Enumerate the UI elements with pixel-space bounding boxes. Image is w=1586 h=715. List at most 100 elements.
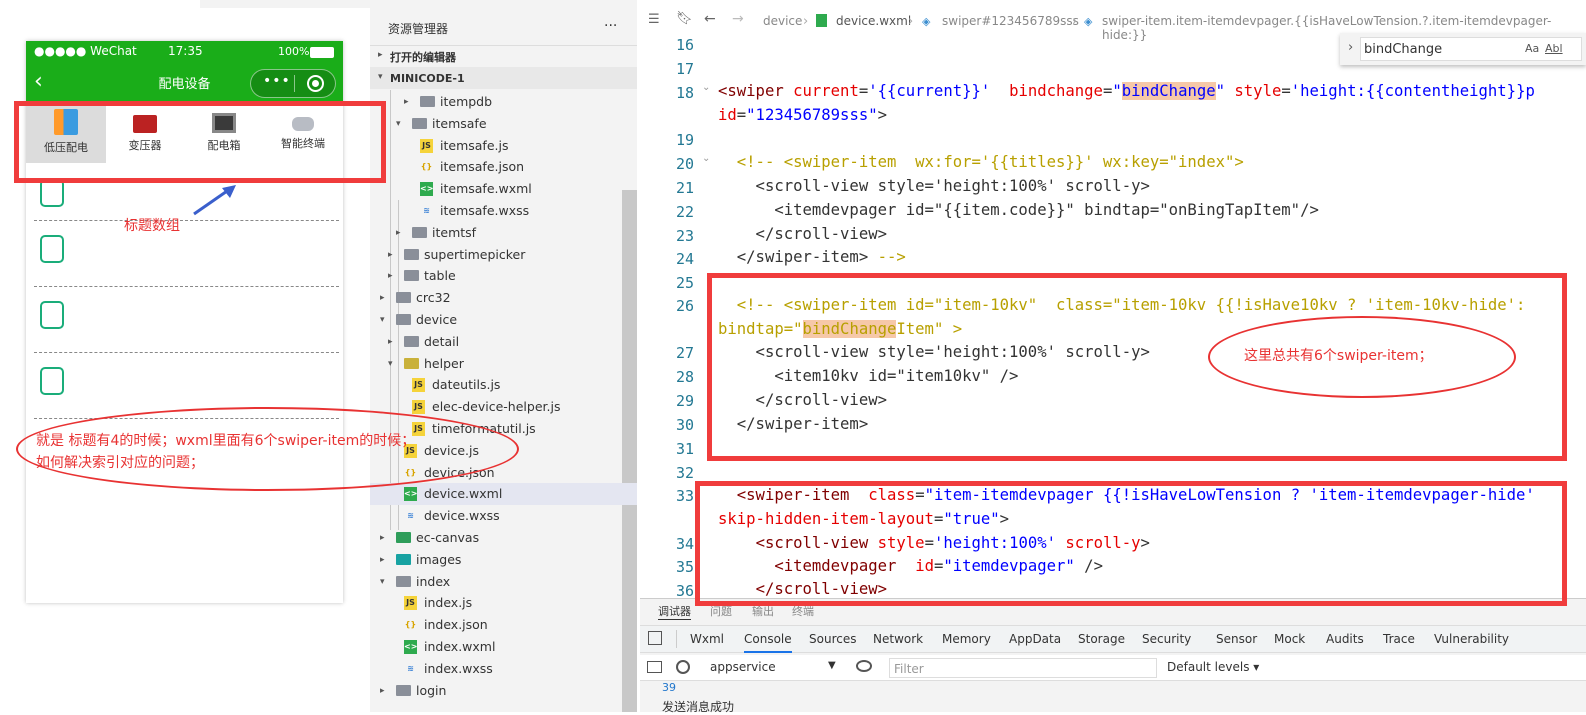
- status-bar: ●●●●● WeChat 17:35 100%: [26, 41, 343, 63]
- back-arrow-icon[interactable]: ←: [704, 11, 716, 27]
- match-case-icon[interactable]: Aa: [1525, 42, 1539, 55]
- context-value: appservice: [710, 660, 776, 674]
- tree-item[interactable]: ▸ ec-canvas: [370, 527, 637, 549]
- devtools-tab-wxml[interactable]: Wxml: [690, 632, 724, 646]
- breadcrumb-file[interactable]: device.wxml: [836, 14, 911, 28]
- breadcrumb-swiper[interactable]: swiper#123456789sss: [942, 14, 1079, 28]
- tree-item-label: index.wxss: [424, 660, 493, 676]
- inspect-icon[interactable]: [648, 631, 662, 645]
- tree-item[interactable]: ≋ device.wxss: [370, 505, 637, 527]
- devtools-tab-audits[interactable]: Audits: [1326, 632, 1364, 646]
- devtools-tab-security[interactable]: Security: [1142, 632, 1191, 646]
- chevron-right-icon[interactable]: ▸: [404, 91, 409, 113]
- project-section[interactable]: ▾ MINICODE-1: [370, 67, 637, 89]
- code-line: <itemdevpager id="{{item.code}}" bindtap…: [718, 201, 1319, 219]
- tree-item-label: index.js: [424, 595, 473, 611]
- line-number: 28: [675, 368, 694, 386]
- line-number: 29: [675, 392, 694, 410]
- chevron-right-icon[interactable]: ▸: [380, 287, 385, 309]
- list-icon[interactable]: ☰: [648, 12, 660, 27]
- devtools-tab-vulnerability[interactable]: Vulnerability: [1434, 632, 1509, 646]
- console-filter-input[interactable]: Filter: [889, 658, 1157, 678]
- tree-item-label: device: [416, 312, 458, 327]
- tree-item[interactable]: ▸ detail: [370, 331, 637, 353]
- tree-item[interactable]: JS itemsafe.js: [370, 135, 637, 157]
- devtools-tab-mock[interactable]: Mock: [1274, 632, 1305, 646]
- tree-item[interactable]: ▾ itemsafe: [370, 113, 637, 135]
- tree-item[interactable]: ▸ login: [370, 680, 637, 702]
- bookmark-icon[interactable]: 🔖︎: [676, 11, 693, 26]
- log-levels-select[interactable]: Default levels ▾: [1167, 660, 1259, 674]
- clear-console-icon[interactable]: [676, 660, 690, 674]
- chevron-down-icon[interactable]: ▾: [388, 353, 393, 375]
- more-dots-icon[interactable]: •••: [263, 73, 291, 89]
- devtools-tab-console[interactable]: Console: [744, 632, 792, 653]
- chevron-right-icon[interactable]: ▸: [388, 244, 393, 266]
- chevron-right-icon[interactable]: ▸: [380, 680, 385, 702]
- tree-item-label: itemsafe.wxml: [440, 181, 532, 197]
- breadcrumb-device[interactable]: device: [763, 14, 802, 28]
- tree-item[interactable]: JS index.js: [370, 592, 637, 614]
- eye-icon[interactable]: [856, 660, 872, 672]
- fold-arrow-icon[interactable]: ⌄: [702, 153, 710, 164]
- devtools-tab-memory[interactable]: Memory: [942, 632, 991, 646]
- open-editors-section[interactable]: ▸ 打开的编辑器: [370, 45, 637, 67]
- list-item[interactable]: [34, 287, 339, 353]
- list-item[interactable]: [34, 221, 339, 287]
- tree-item[interactable]: <> itemsafe.wxml: [370, 178, 637, 200]
- chevron-right-icon[interactable]: ▸: [396, 222, 401, 244]
- chevron-right-icon[interactable]: ▸: [380, 527, 385, 549]
- devtools-tab-trace[interactable]: Trace: [1383, 632, 1415, 646]
- chevron-right-icon[interactable]: ▸: [380, 549, 385, 571]
- line-number: 33: [675, 487, 694, 505]
- devtools-tab-sources[interactable]: Sources: [809, 632, 856, 646]
- close-mini-program-icon[interactable]: [307, 75, 324, 92]
- whole-word-icon[interactable]: Abl: [1545, 42, 1563, 55]
- devtools-tab-storage[interactable]: Storage: [1078, 632, 1125, 646]
- tree-item[interactable]: ▾ helper: [370, 353, 637, 375]
- tree-item[interactable]: JS dateutils.js: [370, 374, 637, 396]
- wxml-file-icon: <>: [404, 640, 417, 654]
- tree-item[interactable]: ▸ table: [370, 265, 637, 287]
- find-input-value: bindChange: [1364, 42, 1443, 57]
- line-number: 16: [675, 36, 694, 54]
- tree-item[interactable]: ≋ itemsafe.wxss: [370, 200, 637, 222]
- folder-icon: [404, 248, 419, 260]
- tree-item[interactable]: {} itemsafe.json: [370, 156, 637, 178]
- annotation-question-line1: 就是 标题有4的时候；wxml里面有6个swiper-item的时候；: [36, 433, 416, 449]
- line-number: 18: [675, 84, 694, 102]
- tree-item[interactable]: <> device.wxml: [370, 483, 637, 506]
- tree-item[interactable]: ▸ crc32: [370, 287, 637, 309]
- tree-item[interactable]: ≋ index.wxss: [370, 658, 637, 680]
- tree-item[interactable]: ▸ supertimepicker: [370, 244, 637, 266]
- tree-item[interactable]: ▸ itemtsf: [370, 222, 637, 244]
- tree-item-label: itemsafe.json: [440, 159, 525, 175]
- fold-arrow-icon[interactable]: ⌄: [702, 82, 710, 93]
- find-input[interactable]: bindChange Aa Abl: [1360, 37, 1582, 61]
- tab-debugger[interactable]: 调试器: [658, 603, 691, 620]
- tree-item[interactable]: ▸ itempdb: [370, 91, 637, 113]
- tree-item[interactable]: <> index.wxml: [370, 636, 637, 658]
- line-number: 26: [675, 297, 694, 315]
- tree-item[interactable]: ▸ images: [370, 549, 637, 571]
- chevron-right-icon[interactable]: ▸: [388, 331, 393, 353]
- tree-item-label: itemsafe: [432, 115, 487, 131]
- chevron-down-icon[interactable]: ▾: [396, 113, 401, 135]
- sidebar-toggle-icon[interactable]: [647, 661, 662, 673]
- chevron-right-icon[interactable]: ▸: [388, 265, 393, 287]
- forward-arrow-icon[interactable]: →: [732, 11, 744, 27]
- tree-item[interactable]: ▾ index: [370, 571, 637, 593]
- chevron-down-icon[interactable]: ▾: [380, 309, 385, 331]
- chevron-right-icon[interactable]: ›: [1348, 40, 1353, 55]
- tree-item[interactable]: {} index.json: [370, 614, 637, 636]
- tree-item-label: crc32: [416, 290, 451, 306]
- more-icon[interactable]: ···: [604, 18, 617, 34]
- chevron-down-icon[interactable]: ▾: [380, 571, 385, 593]
- devtools-tab-appdata[interactable]: AppData: [1009, 632, 1061, 646]
- context-select[interactable]: appservice ▼: [706, 658, 836, 678]
- devtools-tab-network[interactable]: Network: [873, 632, 923, 646]
- devtools-tab-sensor[interactable]: Sensor: [1216, 632, 1257, 646]
- tree-item[interactable]: ▾ device: [370, 309, 637, 331]
- file-explorer: 资源管理器 ··· ▸ 打开的编辑器 ▾ MINICODE-1 ▸ itempdb…: [370, 0, 637, 712]
- device-icon: [40, 301, 64, 329]
